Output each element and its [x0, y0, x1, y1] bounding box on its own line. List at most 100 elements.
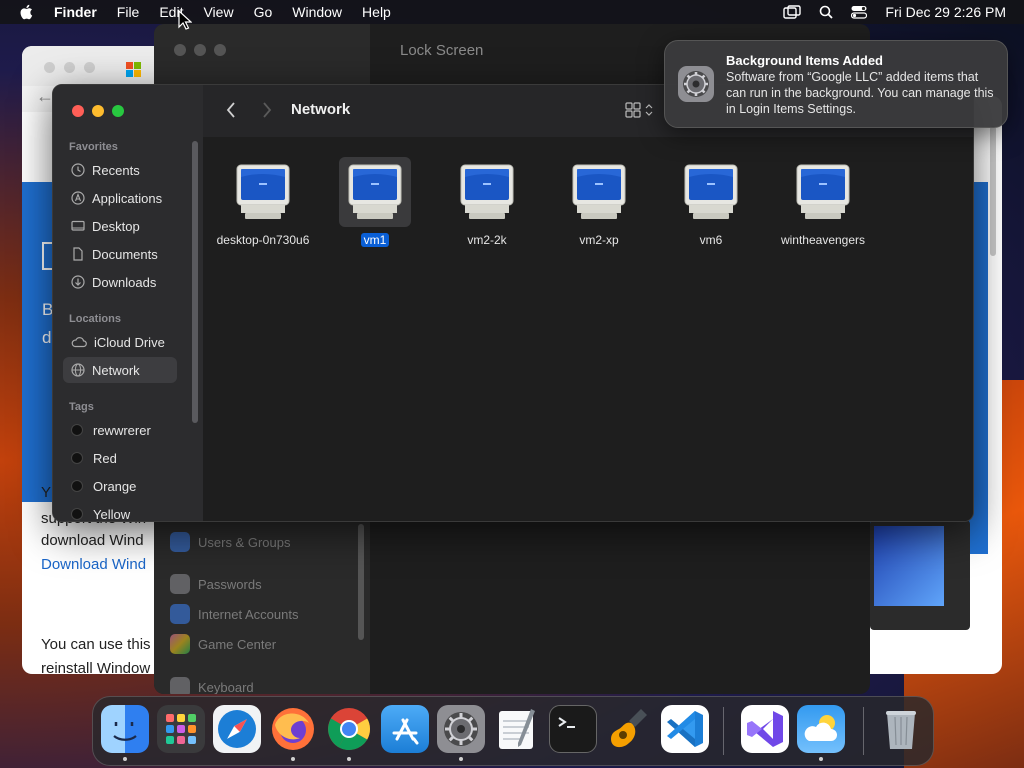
network-computer-item[interactable]: vm2-2k [431, 157, 543, 249]
network-computer-wrapper [675, 157, 747, 227]
settings-zoom-button[interactable] [214, 44, 226, 56]
settings-item-internet-accounts[interactable]: Internet Accounts [170, 604, 298, 624]
finder-sidebar: Favorites Recents Applications Desktop D… [53, 85, 204, 521]
microsoft-logo-icon [126, 62, 141, 77]
document-icon [73, 247, 83, 261]
at-sign-icon [170, 604, 190, 624]
settings-minimize-button[interactable] [194, 44, 206, 56]
sidebar-scrollbar[interactable] [192, 141, 198, 423]
dock-system-settings-icon[interactable] [437, 705, 485, 753]
sidebar-tag-orange[interactable]: Orange [63, 473, 177, 499]
tag-dot-icon [71, 424, 83, 436]
dock-garageband-icon[interactable] [605, 705, 653, 753]
browser-text-3: download Wind [41, 532, 144, 549]
dock-running-indicator [819, 757, 823, 761]
finder-content: desktop-0n730u6 vm1 vm2-2k vm2-xp vm6 winthea… [203, 137, 973, 521]
sidebar-section-favorites: Favorites [69, 141, 118, 153]
forward-chevron-icon[interactable] [261, 101, 273, 119]
tag-dot-icon [71, 508, 83, 520]
sidebar-item-recents[interactable]: Recents [63, 157, 177, 183]
network-computer-label: desktop-0n730u6 [216, 233, 310, 247]
finder-minimize-button[interactable] [92, 105, 104, 117]
sidebar-tag-yellow[interactable]: Yellow [63, 501, 177, 521]
network-computer-item[interactable]: vm6 [655, 157, 767, 249]
settings-item-keyboard[interactable]: Keyboard [170, 677, 254, 694]
sidebar-tag-red[interactable]: Red [63, 445, 177, 471]
dock-chrome-icon[interactable] [325, 705, 373, 753]
network-computer-icon [460, 164, 514, 219]
sidebar-item-documents[interactable]: Documents [63, 241, 177, 267]
network-computer-item[interactable]: vm1 [319, 157, 431, 249]
settings-item-label: Passwords [198, 576, 262, 592]
dock-trash-icon[interactable] [877, 705, 925, 753]
settings-sidebar-scrollbar[interactable] [358, 524, 364, 640]
dock-terminal-icon[interactable] [549, 705, 597, 753]
network-computer-label: vm2-xp [579, 233, 619, 247]
apple-icon[interactable] [18, 3, 36, 21]
browser-close-button[interactable] [44, 62, 55, 73]
menu-clock[interactable]: Fri Dec 29 2:26 PM [885, 4, 1006, 20]
dock-weather-icon[interactable] [797, 705, 845, 753]
banner-text-2: d [42, 328, 52, 347]
settings-item-passwords[interactable]: Passwords [170, 574, 262, 594]
dock-visual-studio-icon[interactable] [741, 705, 789, 753]
dock-separator [863, 707, 864, 755]
dock-running-indicator [291, 757, 295, 761]
network-computer-label: vm6 [699, 233, 723, 247]
sidebar-item-downloads[interactable]: Downloads [63, 269, 177, 295]
settings-item-label: Users & Groups [198, 534, 291, 550]
menu-finder[interactable]: Finder [54, 4, 97, 20]
key-icon [170, 574, 190, 594]
sidebar-item-desktop[interactable]: Desktop [63, 213, 177, 239]
cloud-icon [71, 337, 87, 348]
sidebar-item-label: Network [92, 362, 140, 378]
dock-safari-icon[interactable] [213, 705, 261, 753]
dock-app-store-icon[interactable] [381, 705, 429, 753]
sidebar-item-network[interactable]: Network [63, 357, 177, 383]
menu-go[interactable]: Go [254, 4, 273, 20]
grid-view-icon[interactable] [625, 101, 661, 119]
menu-window[interactable]: Window [292, 4, 342, 20]
control-center-icon[interactable] [851, 5, 868, 19]
dock-running-indicator [347, 757, 351, 761]
menu-view[interactable]: View [203, 4, 233, 20]
network-computer-item[interactable]: vm2-xp [543, 157, 655, 249]
finder-window[interactable]: Favorites Recents Applications Desktop D… [52, 84, 974, 522]
settings-item-label: Game Center [198, 636, 277, 652]
finder-window-title: Network [291, 101, 351, 118]
dock-textedit-icon[interactable] [493, 705, 541, 753]
browser-scrollbar[interactable] [990, 126, 996, 256]
sidebar-item-label: rewwrerer [93, 422, 151, 438]
dock-launchpad-icon[interactable] [157, 705, 205, 753]
search-icon[interactable] [819, 5, 834, 19]
network-computer-wrapper [787, 157, 859, 227]
settings-pane-title: Lock Screen [400, 42, 484, 59]
sidebar-tag-rewwrerer[interactable]: rewwrerer [63, 417, 177, 443]
download-windows-link[interactable]: Download Wind [41, 556, 146, 573]
background-items-notification[interactable]: Background Items Added Software from “Go… [664, 40, 1008, 128]
settings-item-users-groups[interactable]: Users & Groups [170, 532, 290, 552]
menu-help[interactable]: Help [362, 4, 391, 20]
finder-zoom-button[interactable] [112, 105, 124, 117]
sidebar-item-label: Red [93, 450, 117, 466]
settings-item-game-center[interactable]: Game Center [170, 634, 276, 654]
applications-icon [71, 191, 85, 205]
network-computer-item[interactable]: wintheavengers [767, 157, 879, 249]
network-computer-label: vm2-2k [467, 233, 507, 247]
sidebar-item-icloud-drive[interactable]: iCloud Drive [63, 329, 177, 355]
users-icon [170, 532, 190, 552]
screen-mirroring-icon[interactable] [783, 5, 802, 19]
browser-minimize-button[interactable] [64, 62, 75, 73]
network-computer-wrapper [227, 157, 299, 227]
dock-vscode-icon[interactable] [661, 705, 709, 753]
back-chevron-icon[interactable] [225, 101, 237, 119]
finder-close-button[interactable] [72, 105, 84, 117]
network-computer-item[interactable]: desktop-0n730u6 [207, 157, 319, 249]
dock-firefox-icon[interactable] [269, 705, 317, 753]
sidebar-item-applications[interactable]: Applications [63, 185, 177, 211]
network-computer-label: vm1 [360, 233, 390, 247]
settings-close-button[interactable] [174, 44, 186, 56]
menu-file[interactable]: File [117, 4, 140, 20]
browser-zoom-button[interactable] [84, 62, 95, 73]
dock-finder-icon[interactable] [101, 705, 149, 753]
